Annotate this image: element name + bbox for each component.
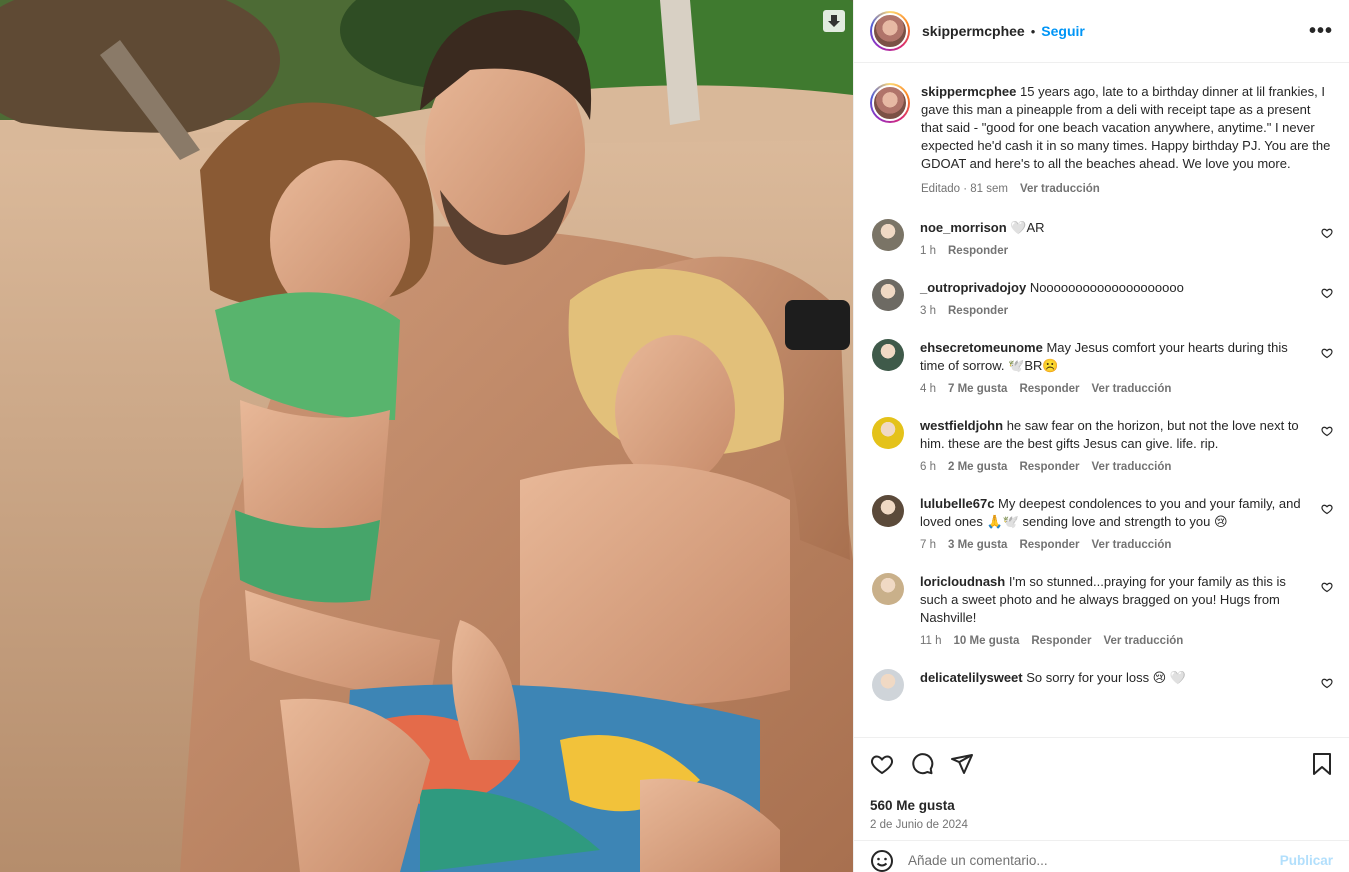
comment-like-heart-icon[interactable] — [1321, 287, 1333, 299]
publish-comment-button[interactable]: Publicar — [1280, 853, 1333, 868]
comment-like-heart-icon[interactable] — [1321, 503, 1333, 515]
comment-like-heart-icon[interactable] — [1321, 425, 1333, 437]
comment-time[interactable]: 7 h — [920, 539, 936, 551]
comment-item: lulubelle67c My deepest condolences to y… — [870, 495, 1333, 551]
comment-item: ehsecretomeunome May Jesus comfort your … — [870, 339, 1333, 395]
commenter-avatar[interactable] — [872, 417, 904, 449]
commenter-avatar[interactable] — [872, 573, 904, 605]
commenter-avatar[interactable] — [872, 219, 904, 251]
comment-body: 🤍AR — [1010, 220, 1045, 235]
comment-text: loricloudnash I'm so stunned...praying f… — [920, 573, 1333, 627]
commenter-username[interactable]: westfieldjohn — [920, 418, 1003, 433]
comment-meta: 11 h 10 Me gusta Responder Ver traducción — [920, 635, 1333, 647]
translate-link[interactable]: Ver traducción — [1092, 383, 1172, 395]
comments-section[interactable]: skippermcphee 15 years ago, late to a bi… — [854, 63, 1349, 737]
comment-item: noe_morrison 🤍AR 1 h Responder — [870, 219, 1333, 257]
comment-text: delicatelilysweet So sorry for your loss… — [920, 669, 1333, 687]
caption-meta: Editado · 81 sem Ver traducción — [921, 183, 1333, 195]
comment-likes[interactable]: 2 Me gusta — [948, 461, 1007, 473]
comment-input[interactable] — [908, 853, 1266, 868]
comment-item: westfieldjohn he saw fear on the horizon… — [870, 417, 1333, 473]
comment-body: Noooooooooooooooooooo — [1029, 280, 1184, 295]
comment-meta: 1 h Responder — [920, 245, 1333, 257]
comment-like-heart-icon[interactable] — [1321, 227, 1333, 239]
comment-item: loricloudnash I'm so stunned...praying f… — [870, 573, 1333, 647]
commenter-username[interactable]: ehsecretomeunome — [920, 340, 1043, 355]
reply-button[interactable]: Responder — [1019, 461, 1079, 473]
comment-icon[interactable] — [910, 752, 934, 776]
more-options-icon[interactable]: ••• — [1309, 20, 1333, 43]
comment-text: _outroprivadojoy Noooooooooooooooooooo — [920, 279, 1333, 297]
commenter-username[interactable]: _outroprivadojoy — [920, 280, 1026, 295]
post-date: 2 de Junio de 2024 — [870, 819, 968, 831]
like-heart-icon[interactable] — [870, 752, 894, 776]
beach-photo-illustration — [0, 0, 853, 872]
comment-time[interactable]: 11 h — [920, 635, 942, 647]
download-icon[interactable] — [823, 10, 845, 32]
emoji-icon[interactable] — [870, 849, 894, 872]
post-header: skippermcphee • Seguir ••• — [854, 0, 1349, 63]
reply-button[interactable]: Responder — [1019, 383, 1079, 395]
caption-translate-link[interactable]: Ver traducción — [1020, 183, 1100, 195]
comment-like-heart-icon[interactable] — [1321, 347, 1333, 359]
reply-button[interactable]: Responder — [948, 245, 1008, 257]
commenter-avatar[interactable] — [872, 669, 904, 701]
comment-text: noe_morrison 🤍AR — [920, 219, 1333, 237]
follow-button[interactable]: Seguir — [1041, 23, 1085, 39]
caption-text: skippermcphee 15 years ago, late to a bi… — [921, 83, 1333, 173]
post-photo[interactable] — [0, 0, 853, 872]
comment-time[interactable]: 3 h — [920, 305, 936, 317]
separator-dot: • — [1030, 23, 1036, 39]
post-actions: 560 Me gusta 2 de Junio de 2024 — [854, 737, 1349, 831]
author-avatar[interactable] — [870, 11, 910, 51]
translate-link[interactable]: Ver traducción — [1103, 635, 1183, 647]
commenter-username[interactable]: lulubelle67c — [920, 496, 994, 511]
commenter-avatar[interactable] — [872, 495, 904, 527]
post-caption: skippermcphee 15 years ago, late to a bi… — [870, 83, 1333, 195]
comment-like-heart-icon[interactable] — [1321, 581, 1333, 593]
translate-link[interactable]: Ver traducción — [1092, 539, 1172, 551]
post-side-panel: skippermcphee • Seguir ••• skippermcphee… — [853, 0, 1349, 872]
caption-avatar[interactable] — [870, 83, 910, 123]
comment-text: lulubelle67c My deepest condolences to y… — [920, 495, 1333, 531]
caption-edited: Editado · 81 sem — [921, 183, 1008, 195]
reply-button[interactable]: Responder — [1019, 539, 1079, 551]
save-bookmark-icon[interactable] — [1311, 752, 1333, 776]
commenter-username[interactable]: noe_morrison — [920, 220, 1007, 235]
comment-text: westfieldjohn he saw fear on the horizon… — [920, 417, 1333, 453]
comment-text: ehsecretomeunome May Jesus comfort your … — [920, 339, 1333, 375]
translate-link[interactable]: Ver traducción — [1092, 461, 1172, 473]
comment-time[interactable]: 1 h — [920, 245, 936, 257]
action-row — [870, 750, 1333, 778]
reply-button[interactable]: Responder — [948, 305, 1008, 317]
comment-meta: 6 h 2 Me gusta Responder Ver traducción — [920, 461, 1333, 473]
commenter-avatar[interactable] — [872, 339, 904, 371]
commenter-username[interactable]: delicatelilysweet — [920, 670, 1023, 685]
caption-username[interactable]: skippermcphee — [921, 84, 1016, 99]
comment-meta: 4 h 7 Me gusta Responder Ver traducción — [920, 383, 1333, 395]
reply-button[interactable]: Responder — [1031, 635, 1091, 647]
comment-meta: 7 h 3 Me gusta Responder Ver traducción — [920, 539, 1333, 551]
comment-meta: 3 h Responder — [920, 305, 1333, 317]
comment-item: delicatelilysweet So sorry for your loss… — [870, 669, 1333, 701]
comment-item: _outroprivadojoy Noooooooooooooooooooo 3… — [870, 279, 1333, 317]
comment-list: noe_morrison 🤍AR 1 h Responder _outropriv… — [870, 219, 1333, 701]
author-username[interactable]: skippermcphee — [922, 23, 1025, 39]
add-comment-bar: Publicar — [854, 840, 1349, 872]
share-icon[interactable] — [950, 752, 974, 776]
comment-like-heart-icon[interactable] — [1321, 677, 1333, 689]
commenter-avatar[interactable] — [872, 279, 904, 311]
comment-likes[interactable]: 3 Me gusta — [948, 539, 1007, 551]
comment-time[interactable]: 6 h — [920, 461, 936, 473]
like-count[interactable]: 560 Me gusta — [870, 798, 1333, 813]
comment-body: So sorry for your loss 😢 🤍 — [1026, 670, 1187, 685]
commenter-username[interactable]: loricloudnash — [920, 574, 1005, 589]
comment-time[interactable]: 4 h — [920, 383, 936, 395]
comment-likes[interactable]: 10 Me gusta — [954, 635, 1020, 647]
comment-likes[interactable]: 7 Me gusta — [948, 383, 1007, 395]
